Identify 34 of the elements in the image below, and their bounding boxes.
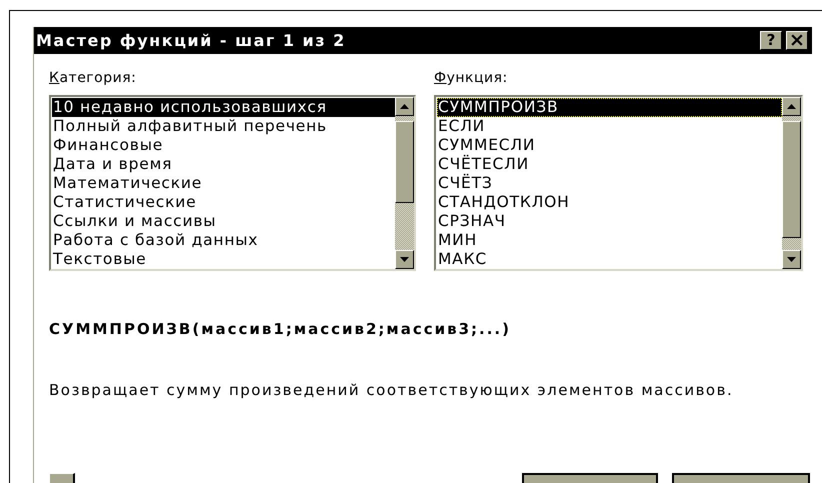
function-description: Возвращает сумму произведений соответствующих элементов массивов. bbox=[49, 380, 734, 400]
scroll-down-button[interactable] bbox=[395, 250, 414, 269]
down-arrow-icon bbox=[787, 257, 796, 262]
list-item[interactable]: ЕСЛИ bbox=[437, 117, 782, 136]
list-item[interactable]: 10 недавно использовавшихся bbox=[52, 98, 395, 117]
list-item[interactable]: Финансовые bbox=[52, 136, 395, 155]
scroll-up-button[interactable] bbox=[782, 97, 801, 116]
list-item[interactable]: СРЗНАЧ bbox=[437, 212, 782, 231]
list-item[interactable]: МАКС bbox=[437, 250, 782, 269]
list-item[interactable]: Дата и время bbox=[52, 155, 395, 174]
function-syntax: СУММПРОИЗВ(массив1;массив2;массив3;...) bbox=[49, 319, 512, 340]
help-button[interactable]: ? bbox=[760, 31, 782, 50]
list-item[interactable]: МИН bbox=[437, 231, 782, 250]
list-item[interactable]: СЧЁТЕСЛИ bbox=[437, 155, 782, 174]
list-item[interactable]: Работа с базой данных bbox=[52, 231, 395, 250]
down-arrow-icon bbox=[400, 257, 409, 262]
list-item[interactable]: Текстовые bbox=[52, 250, 395, 269]
scroll-down-button[interactable] bbox=[782, 250, 801, 269]
list-item[interactable]: СУММПРОИЗВ bbox=[437, 98, 782, 117]
list-item[interactable]: СУММЕСЛИ bbox=[437, 136, 782, 155]
list-item[interactable]: Ссылки и массивы bbox=[52, 212, 395, 231]
scrollbar-thumb[interactable] bbox=[395, 121, 414, 203]
list-label: Функция: bbox=[434, 69, 509, 88]
list-item[interactable]: Полный алфавитный перечень bbox=[52, 117, 395, 136]
list-label: Категория: bbox=[49, 69, 138, 88]
window-title: Мастер функций - шаг 1 из 2 bbox=[36, 30, 346, 52]
list-item[interactable]: СЧЁТЗ bbox=[437, 174, 782, 193]
list-item[interactable]: Математические bbox=[52, 174, 395, 193]
list-item[interactable]: Статистические bbox=[52, 193, 395, 212]
list-item[interactable]: СТАНДОТКЛОН bbox=[437, 193, 782, 212]
close-button[interactable]: × bbox=[786, 31, 808, 50]
scroll-up-button[interactable] bbox=[395, 97, 414, 116]
up-arrow-icon bbox=[787, 104, 796, 109]
up-arrow-icon bbox=[400, 104, 409, 109]
